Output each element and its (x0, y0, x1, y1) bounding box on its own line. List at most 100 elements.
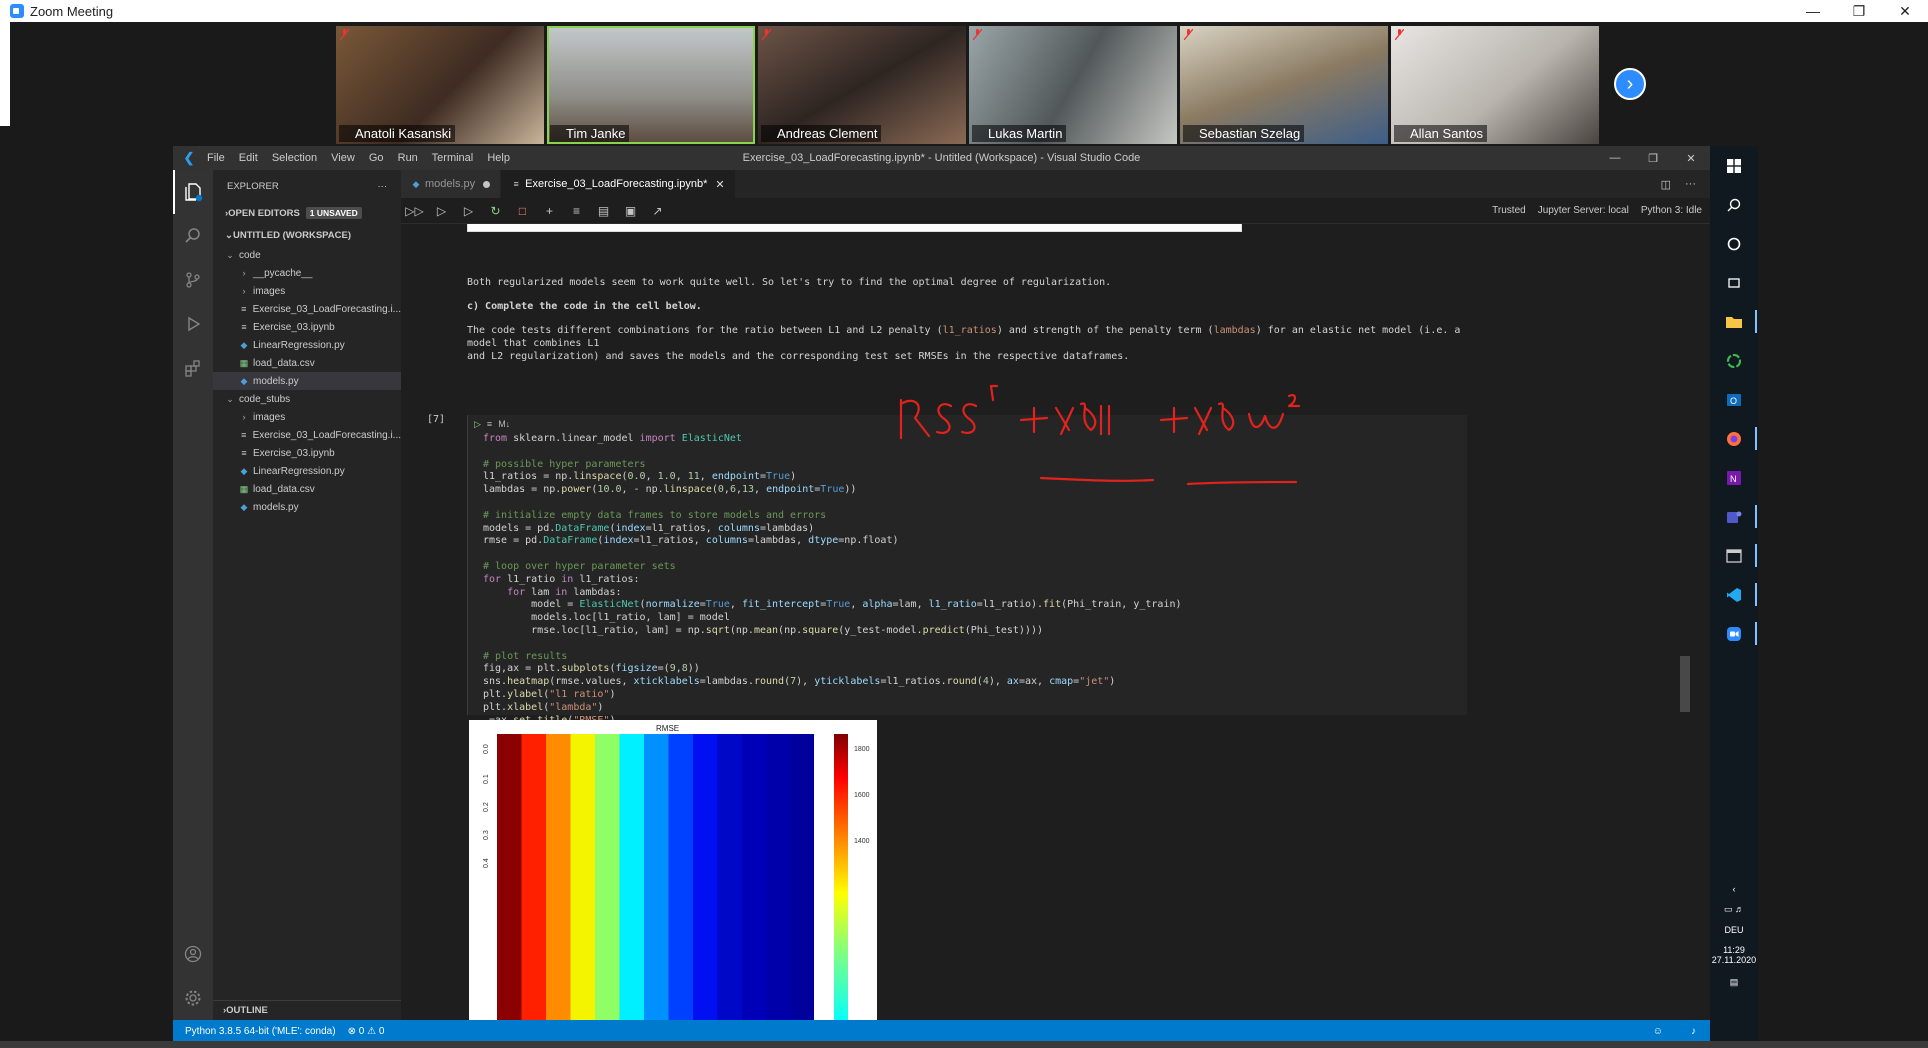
input-language[interactable]: DEU (1710, 925, 1758, 935)
split-editor-icon[interactable]: ◫ (1661, 178, 1671, 191)
menu-run[interactable]: Run (398, 152, 418, 164)
run-all-icon[interactable]: ▷▷ (401, 204, 428, 218)
restore-button[interactable]: ❐ (1634, 146, 1672, 170)
account-icon[interactable] (173, 932, 213, 976)
scrollbar-thumb[interactable] (1680, 656, 1690, 712)
add-cell-icon[interactable]: + (536, 204, 563, 218)
chevron-left-icon[interactable]: ‹ (1710, 884, 1758, 894)
feedback-icon[interactable]: ☺ (1653, 1026, 1663, 1037)
tree-item[interactable]: › __pycache__ (213, 264, 401, 282)
close-tab-icon[interactable]: ✕ (715, 178, 724, 191)
kernel-status[interactable]: Python 3: Idle (1641, 205, 1702, 216)
participant-tile[interactable]: Sebastian Szelag (1180, 26, 1388, 144)
run-above-icon[interactable]: ▷ (428, 204, 455, 218)
restore-button[interactable]: ❐ (1836, 0, 1882, 22)
zoom-taskbar-icon[interactable] (1710, 614, 1758, 653)
variables-icon[interactable]: ▤ (590, 204, 617, 218)
firefox-icon[interactable] (1710, 419, 1758, 458)
clock[interactable]: 11:29 27.11.2020 (1710, 945, 1758, 965)
tree-item-label: Exercise_03_LoadForecasting.i... (252, 429, 401, 441)
close-button[interactable]: ✕ (1672, 146, 1710, 170)
tree-item[interactable]: ▦ load_data.csv (213, 480, 401, 498)
jupyter-server-status[interactable]: Jupyter Server: local (1538, 205, 1629, 216)
tab-notebook[interactable]: ≡ Exercise_03_LoadForecasting.ipynb* ✕ (501, 170, 736, 198)
search-icon[interactable] (1710, 185, 1758, 224)
onenote-icon[interactable]: N (1710, 458, 1758, 497)
menu-help[interactable]: Help (487, 152, 510, 164)
search-icon[interactable] (173, 214, 213, 258)
vscode-taskbar-icon[interactable] (1710, 575, 1758, 614)
participant-strip: Anatoli Kasanski Tim Janke Andreas Cleme… (336, 26, 1599, 144)
minimize-button[interactable]: — (1790, 0, 1836, 22)
menu-selection[interactable]: Selection (272, 152, 317, 164)
action-center-icon[interactable]: ▤ (1710, 977, 1758, 988)
tree-item[interactable]: ⌄ code (213, 246, 401, 264)
tree-item[interactable]: ≡ Exercise_03.ipynb (213, 318, 401, 336)
outline-section[interactable]: › OUTLINE (213, 1000, 401, 1020)
window-app-icon[interactable] (1710, 536, 1758, 575)
menu-terminal[interactable]: Terminal (432, 152, 474, 164)
outlook-icon[interactable]: O (1710, 380, 1758, 419)
code-editor[interactable]: from sklearn.linear_model import Elastic… (468, 433, 1467, 753)
tree-item[interactable]: ◆ LinearRegression.py (213, 462, 401, 480)
tree-item[interactable]: ≡ Exercise_03_LoadForecasting.i... (213, 426, 401, 444)
participant-tile[interactable]: Lukas Martin (969, 26, 1177, 144)
participant-tile[interactable]: Tim Janke (547, 26, 755, 144)
tree-item[interactable]: ≡ Exercise_03.ipynb (213, 444, 401, 462)
cortana-icon[interactable] (1710, 224, 1758, 263)
save-icon[interactable]: ▣ (617, 204, 644, 218)
clock-date: 27.11.2020 (1711, 955, 1757, 965)
python-interpreter[interactable]: Python 3.8.5 64-bit ('MLE': conda) (185, 1026, 336, 1037)
participant-tile[interactable]: Allan Santos (1391, 26, 1599, 144)
menu-view[interactable]: View (331, 152, 355, 164)
file-explorer-icon[interactable] (1710, 302, 1758, 341)
cell-language[interactable]: M↓ (498, 419, 510, 429)
extensions-icon[interactable] (173, 346, 213, 390)
participant-tile[interactable]: Andreas Clement (758, 26, 966, 144)
windows-start-icon[interactable] (1710, 146, 1758, 185)
open-editors-section[interactable]: › OPEN EDITORS 1 UNSAVED (213, 202, 401, 224)
participant-name: Lukas Martin (972, 125, 1067, 142)
code-cell[interactable]: ▷ ≡ M↓ from sklearn.linear_model import … (467, 415, 1467, 751)
tree-item[interactable]: ◆ models.py (213, 498, 401, 516)
workspace-section[interactable]: ⌄ UNTITLED (WORKSPACE) (213, 224, 401, 246)
sync-app-icon[interactable] (1710, 341, 1758, 380)
more-actions-icon[interactable]: ··· (378, 181, 388, 192)
task-view-icon[interactable] (1710, 263, 1758, 302)
tree-item[interactable]: › images (213, 282, 401, 300)
menu-go[interactable]: Go (369, 152, 384, 164)
participant-tile[interactable]: Anatoli Kasanski (336, 26, 544, 144)
menu-file[interactable]: File (207, 152, 225, 164)
tree-item[interactable]: ▦ load_data.csv (213, 354, 401, 372)
run-debug-icon[interactable] (173, 302, 213, 346)
chevron-down-icon: ⌄ (225, 229, 233, 241)
restart-kernel-icon[interactable]: ↻ (482, 204, 509, 218)
notifications-bell-icon[interactable]: ♪ (1691, 1026, 1696, 1037)
gear-icon[interactable] (173, 976, 213, 1020)
problems-count[interactable]: ⊗ 0 ⚠ 0 (348, 1026, 385, 1037)
more-actions-icon[interactable]: ··· (1685, 178, 1696, 190)
clear-outputs-icon[interactable]: ≡ (563, 204, 590, 218)
explorer-icon[interactable] (173, 170, 213, 214)
tab-models-py[interactable]: ◆ models.py (401, 170, 502, 198)
source-control-icon[interactable] (173, 258, 213, 302)
network-volume-icon[interactable]: ▭ ♬ (1710, 904, 1758, 915)
tree-item[interactable]: ≡ Exercise_03_LoadForecasting.i... (213, 300, 401, 318)
unsaved-badge: 1 UNSAVED (305, 207, 362, 219)
close-button[interactable]: ✕ (1882, 0, 1928, 22)
export-icon[interactable]: ↗ (644, 204, 671, 218)
tree-item[interactable]: › images (213, 408, 401, 426)
next-participants-button[interactable]: › (1614, 68, 1646, 100)
tree-item[interactable]: ◆ models.py (213, 372, 401, 390)
interrupt-kernel-icon[interactable]: □ (509, 204, 536, 218)
minimize-button[interactable]: — (1596, 146, 1634, 170)
tree-item[interactable]: ⌄ code_stubs (213, 390, 401, 408)
run-by-line-icon[interactable]: ≡ (487, 419, 492, 429)
run-cell-icon[interactable]: ▷ (474, 419, 481, 430)
tree-item[interactable]: ◆ LinearRegression.py (213, 336, 401, 354)
run-below-icon[interactable]: ▷ (455, 204, 482, 218)
participant-name: Andreas Clement (761, 125, 882, 142)
menu-edit[interactable]: Edit (239, 152, 258, 164)
teams-icon[interactable] (1710, 497, 1758, 536)
trusted-status[interactable]: Trusted (1492, 205, 1526, 216)
